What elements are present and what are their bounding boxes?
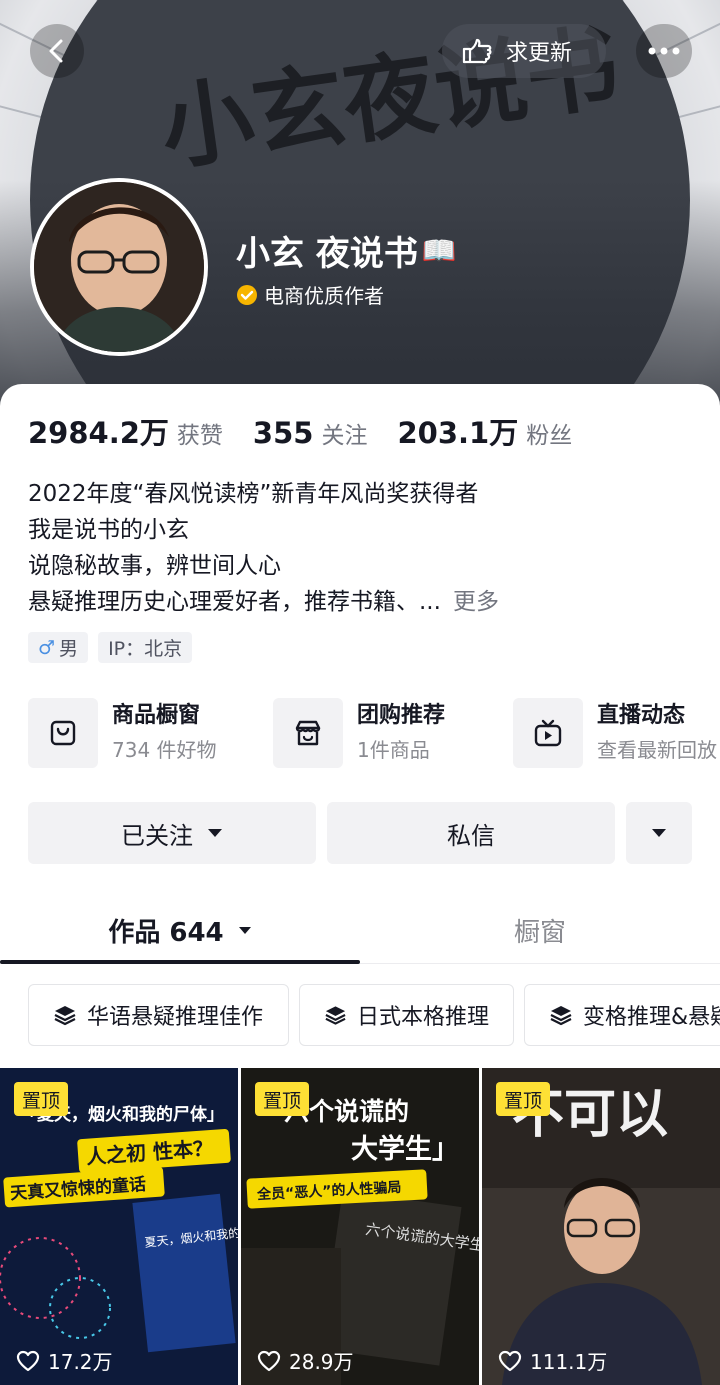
gender-label: 男: [59, 638, 79, 660]
profile-tags: ♂ 男 IP：北京: [28, 632, 193, 663]
followers-count[interactable]: 203.1万: [397, 410, 518, 452]
video-likes: 28.9万: [257, 1346, 354, 1375]
service-subtitle: 734 件好物: [112, 738, 217, 762]
content-tabs: 作品 644 橱窗: [0, 898, 720, 964]
bio-line-last: 悬疑推理历史心理爱好者，推荐书籍、... 更多: [28, 584, 499, 620]
bio-line: 说隐秘故事，辨世间人心: [28, 553, 281, 579]
service-subtitle: 查看最新回放: [597, 738, 717, 762]
heart-icon: [498, 1350, 522, 1371]
hand-point-icon: [462, 38, 492, 64]
service-product-window[interactable]: 商品橱窗 734 件好物: [28, 698, 217, 768]
caret-down-icon: [652, 829, 666, 837]
expand-button[interactable]: [626, 802, 692, 864]
book-emoji-icon: 📖: [421, 234, 457, 267]
following-label[interactable]: 关注: [321, 416, 367, 450]
male-icon: ♂: [38, 636, 56, 659]
back-button[interactable]: [30, 24, 84, 78]
caret-down-icon: [208, 829, 222, 837]
message-button-label: 私信: [447, 821, 495, 850]
caret-down-icon: [238, 926, 251, 934]
video-likes: 17.2万: [16, 1346, 113, 1375]
collection-chip[interactable]: 日式本格推理: [299, 984, 514, 1046]
message-button[interactable]: 私信: [327, 802, 615, 864]
collection-chips: 华语悬疑推理佳作 日式本格推理 变格推理&悬疑: [28, 984, 720, 1048]
tab-window[interactable]: 橱窗: [360, 898, 720, 962]
service-group-buy[interactable]: 团购推荐 1件商品: [273, 698, 445, 768]
following-button[interactable]: 已关注: [28, 802, 316, 864]
services-row: 商品橱窗 734 件好物 团购推荐 1件商品 直播动态 查看最新回放: [28, 698, 720, 768]
heart-icon: [257, 1350, 281, 1371]
tab-window-label: 橱窗: [513, 917, 566, 948]
video-thumbnail[interactable]: 不可以 置顶 111.1万: [482, 1068, 720, 1385]
video-grid: 「夏天，烟火和我的尸体」 人之初 性本？ 天真又惊悚的童话 夏天，烟火和我的尸体…: [0, 1068, 720, 1385]
request-update-button[interactable]: 求更新: [442, 24, 606, 78]
request-update-label: 求更新: [506, 41, 573, 66]
verification-badge[interactable]: 电商优质作者: [236, 280, 384, 309]
following-count[interactable]: 355: [253, 416, 314, 450]
bio-line: 我是说书的小玄: [28, 517, 189, 543]
collection-label: 华语悬疑推理佳作: [87, 1005, 264, 1030]
avatar[interactable]: [30, 178, 208, 356]
store-icon: [273, 698, 343, 768]
profile-nickname: 小玄 夜说书 📖: [236, 226, 457, 275]
video-thumbnail[interactable]: 「夏天，烟火和我的尸体」 人之初 性本？ 天真又惊悚的童话 夏天，烟火和我的尸体…: [0, 1068, 238, 1385]
layers-icon: [54, 1006, 76, 1026]
collection-label: 变格推理&悬疑: [583, 1005, 720, 1030]
active-tab-indicator: [0, 960, 360, 964]
profile-card: 2984.2万 获赞 355 关注 203.1万 粉丝 2022年度“春风悦读榜…: [0, 384, 720, 1385]
video-likes: 111.1万: [498, 1346, 607, 1375]
verify-label: 电商优质作者: [264, 284, 384, 308]
likes-count: 2984.2万: [28, 416, 169, 450]
pinned-badge: 置顶: [14, 1082, 69, 1116]
chevron-left-icon: [49, 39, 63, 63]
collection-label: 日式本格推理: [356, 1005, 489, 1030]
pinned-badge: 置顶: [496, 1082, 551, 1116]
bio-line: 悬疑推理历史心理爱好者，推荐书籍、...: [28, 589, 441, 615]
collection-chip[interactable]: 变格推理&悬疑: [524, 984, 720, 1046]
profile-bio: 2022年度“春风悦读榜”新青年风尚奖获得者 我是说书的小玄 说隐秘故事，辨世间…: [28, 476, 499, 620]
ip-tag: IP：北京: [98, 632, 193, 663]
layers-icon: [550, 1006, 572, 1026]
bio-line: 2022年度“春风悦读榜”新青年风尚奖获得者: [28, 481, 479, 507]
gender-tag: ♂ 男: [28, 632, 89, 663]
more-dots-icon: [648, 47, 680, 55]
likes-count-label: 28.9万: [289, 1350, 354, 1374]
verified-check-icon: [237, 284, 257, 305]
svg-text:大学生」: 大学生」: [351, 1133, 459, 1165]
service-subtitle: 1件商品: [357, 738, 430, 762]
pinned-badge: 置顶: [255, 1082, 310, 1116]
nickname-text: 小玄 夜说书: [236, 234, 418, 274]
action-buttons: 已关注 私信: [28, 802, 720, 864]
likes-label: 获赞: [176, 423, 223, 449]
service-title: 直播动态: [597, 703, 686, 728]
following-button-label: 已关注: [121, 821, 193, 850]
bio-more-link[interactable]: 更多: [453, 589, 499, 615]
service-title: 团购推荐: [357, 703, 446, 728]
ip-label: IP：北京: [108, 638, 183, 660]
tv-icon: [513, 698, 583, 768]
avatar-portrait: [34, 182, 204, 352]
profile-header: 小玄夜说书 求更新 小玄 夜说书 📖 电商优质作者: [0, 0, 720, 420]
likes-count-label: 17.2万: [48, 1350, 113, 1374]
video-thumbnail[interactable]: 「六个说谎的 大学生」 全员“恶人”的人性骗局 六个说谎的大学生 置顶 28.9…: [241, 1068, 479, 1385]
heart-icon: [16, 1350, 40, 1371]
layers-icon: [325, 1006, 346, 1025]
stats-row: 2984.2万 获赞 355 关注 203.1万 粉丝: [28, 410, 602, 452]
service-live[interactable]: 直播动态 查看最新回放: [513, 698, 717, 768]
tab-works[interactable]: 作品 644: [0, 898, 360, 962]
likes-count-label: 111.1万: [530, 1350, 608, 1374]
bag-icon: [28, 698, 98, 768]
service-title: 商品橱窗: [112, 703, 201, 728]
collection-chip[interactable]: 华语悬疑推理佳作: [28, 984, 289, 1046]
more-options-button[interactable]: [636, 24, 692, 78]
tab-works-label: 作品 644: [108, 917, 224, 948]
followers-label[interactable]: 粉丝: [526, 416, 572, 450]
